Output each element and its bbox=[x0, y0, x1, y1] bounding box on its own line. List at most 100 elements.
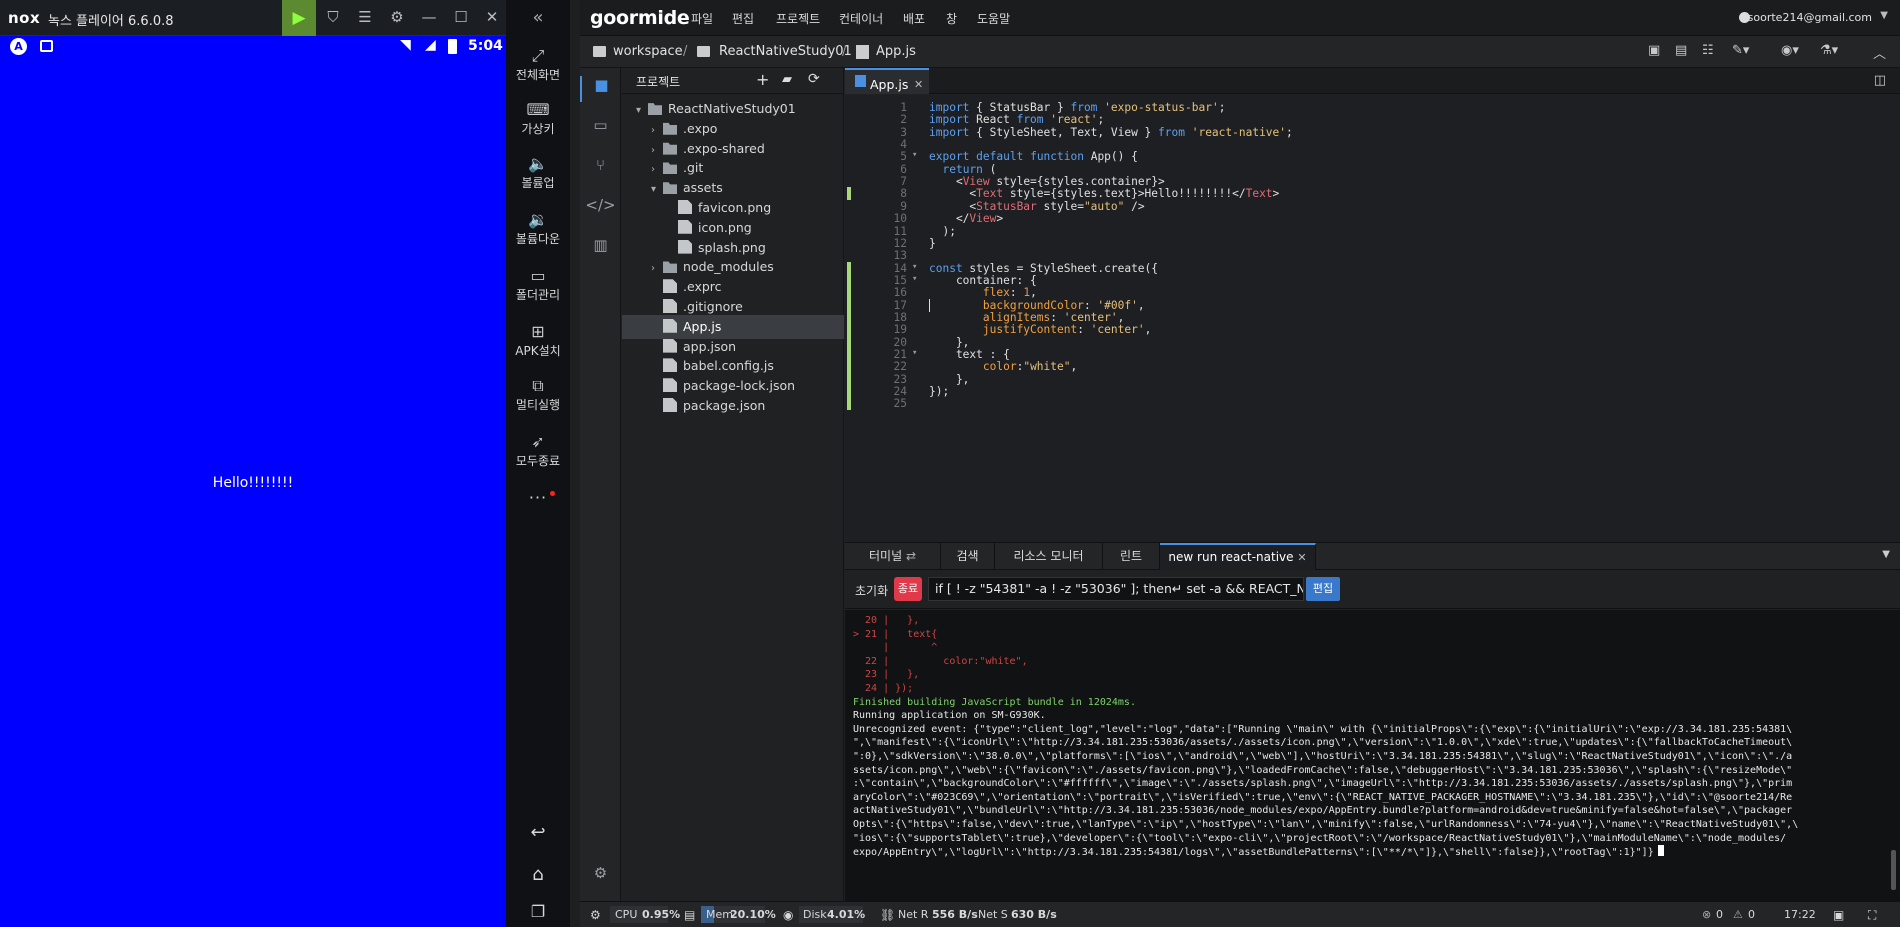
code-line[interactable]: alignItems: 'center', bbox=[929, 311, 1124, 324]
code-line[interactable]: }, bbox=[929, 373, 969, 386]
code-line[interactable]: import { StatusBar } from 'expo-status-b… bbox=[929, 101, 1225, 114]
container-icon[interactable]: ▥ bbox=[580, 236, 621, 254]
fold-toggle-icon[interactable]: ▾ bbox=[912, 274, 917, 284]
menu-edit[interactable]: 편집 bbox=[732, 10, 754, 27]
stop-button[interactable]: 종료 bbox=[894, 577, 922, 601]
tab-resource-monitor[interactable]: 리소스 모니터 bbox=[995, 543, 1103, 570]
format-icon[interactable]: ☷ bbox=[1702, 43, 1714, 58]
collapse-sidebar-icon[interactable]: « bbox=[506, 0, 570, 36]
layout-icon[interactable]: ▣ bbox=[1833, 908, 1844, 922]
error-icon[interactable]: ⊗ bbox=[1702, 908, 1711, 921]
tab-terminal[interactable]: 터미널 ⇄ bbox=[845, 543, 941, 570]
code-line[interactable]: </View> bbox=[929, 212, 1003, 225]
menu-deploy[interactable]: 배포 bbox=[903, 10, 925, 27]
tool-virtual-key[interactable]: ⌨ 가상키 bbox=[506, 100, 570, 137]
maximize-icon[interactable]: ☐ bbox=[452, 8, 470, 26]
tab-app-js[interactable]: App.js ✕ bbox=[845, 68, 929, 94]
code-line[interactable]: justifyContent: 'center', bbox=[929, 323, 1151, 336]
refresh-icon[interactable]: ⟳ bbox=[808, 71, 820, 87]
user-email[interactable]: soorte214@gmail.com bbox=[1748, 11, 1872, 24]
tool-fullscreen[interactable]: ⤢ 전체화면 bbox=[506, 46, 570, 83]
chevron-down-icon[interactable]: ▼ bbox=[1880, 10, 1888, 21]
breadcrumb-workspace[interactable]: workspace bbox=[613, 44, 683, 59]
code-line[interactable]: text : { bbox=[929, 348, 1010, 361]
menu-file[interactable]: 파일 bbox=[691, 10, 713, 27]
notification-icon bbox=[40, 40, 53, 52]
close-tab-icon[interactable]: ✕ bbox=[1297, 551, 1306, 564]
minimize-icon[interactable]: — bbox=[420, 8, 438, 26]
settings-gear-icon[interactable]: ⚙ bbox=[580, 864, 621, 882]
settings-gear-icon[interactable]: ⚙ bbox=[388, 8, 406, 26]
reset-button[interactable]: 초기화 bbox=[855, 582, 888, 599]
code-line[interactable]: const styles = StyleSheet.create({ bbox=[929, 262, 1158, 275]
android-screen[interactable]: A ◥ ◢ 5:04 Hello!!!!!!!! bbox=[0, 36, 506, 927]
more-button[interactable]: ··· bbox=[506, 488, 570, 507]
tab-lint[interactable]: 린트 bbox=[1103, 543, 1160, 570]
menu-help[interactable]: 도움말 bbox=[977, 10, 1010, 27]
tab-new-run[interactable]: new run react-native ✕ bbox=[1160, 543, 1316, 570]
new-file-icon[interactable]: + bbox=[756, 70, 769, 89]
warning-icon[interactable]: ⚠ bbox=[1733, 908, 1743, 921]
code-line[interactable]: return ( bbox=[929, 163, 996, 176]
terminal-line: > 21 | text{ bbox=[853, 628, 938, 640]
menu-window[interactable]: 창 bbox=[946, 10, 957, 27]
code-line[interactable]: export default function App() { bbox=[929, 150, 1138, 163]
test-flask-icon[interactable]: ⚗▾ bbox=[1820, 43, 1838, 58]
menu-project[interactable]: 프로젝트 bbox=[776, 10, 820, 27]
close-icon[interactable]: ✕ bbox=[483, 8, 501, 26]
fold-toggle-icon[interactable]: ▾ bbox=[912, 348, 917, 358]
code-line[interactable]: ); bbox=[929, 225, 955, 238]
terminal-scrollbar[interactable] bbox=[1891, 850, 1896, 890]
code-line[interactable]: }); bbox=[929, 385, 949, 398]
save-all-icon[interactable]: ▤ bbox=[1675, 43, 1687, 58]
new-folder-icon[interactable]: ▰ bbox=[782, 72, 792, 87]
terminal-output[interactable]: 20 | }, > 21 | text{ | ^ 22 | color:"whit… bbox=[845, 610, 1900, 901]
project-briefcase-icon[interactable]: ■ bbox=[580, 76, 621, 102]
tool-multi-instance[interactable]: ⧉ 멀티실행 bbox=[506, 376, 570, 413]
code-line[interactable]: } bbox=[929, 237, 936, 250]
code-line[interactable]: backgroundColor: '#00f', bbox=[929, 299, 1145, 312]
code-line[interactable]: <StatusBar style="auto" /> bbox=[929, 200, 1144, 213]
home-icon[interactable]: ⌂ bbox=[506, 864, 570, 885]
gear-icon[interactable]: ⚙ bbox=[590, 908, 601, 922]
save-icon[interactable]: ▣ bbox=[1648, 43, 1660, 58]
tool-close-all[interactable]: ➶ 모두종료 bbox=[506, 432, 570, 469]
tool-apk-install[interactable]: ⊞ APK설치 bbox=[506, 322, 570, 359]
split-editor-icon[interactable]: ◫ bbox=[1874, 73, 1886, 88]
code-icon[interactable]: </> bbox=[580, 196, 621, 214]
menu-container[interactable]: 컨테이너 bbox=[839, 10, 883, 27]
recent-apps-icon[interactable]: ❐ bbox=[506, 902, 570, 921]
breadcrumb-project[interactable]: ReactNativeStudy01 bbox=[719, 44, 852, 59]
code-editor[interactable]: 1 import { StatusBar } from 'expo-status-… bbox=[845, 95, 1900, 542]
git-branch-icon[interactable]: ⑂ bbox=[580, 156, 621, 174]
back-icon[interactable]: ↩ bbox=[506, 822, 570, 843]
code-line[interactable]: flex: 1, bbox=[929, 286, 1037, 299]
edit-command-button[interactable]: 편집 bbox=[1306, 577, 1340, 601]
code-line[interactable]: <View style={styles.container}> bbox=[929, 175, 1165, 188]
breadcrumb-file[interactable]: App.js bbox=[876, 44, 916, 59]
build-tools-icon[interactable]: ✎▾ bbox=[1732, 43, 1749, 58]
tab-search[interactable]: 검색 bbox=[941, 543, 995, 570]
chevron-down-icon[interactable]: ▼ bbox=[1882, 549, 1890, 560]
code-line[interactable]: color:"white", bbox=[929, 360, 1077, 373]
code-line[interactable]: }, bbox=[929, 336, 969, 349]
play-icon[interactable]: ▶ bbox=[282, 0, 316, 36]
code-line[interactable]: import React from 'react'; bbox=[929, 113, 1104, 126]
run-command-input[interactable]: if [ ! -z "54381" -a ! -z "53036" ]; the… bbox=[928, 577, 1304, 601]
close-tab-icon[interactable]: ✕ bbox=[914, 73, 923, 96]
tree-file[interactable]: package.json bbox=[622, 394, 844, 418]
code-line[interactable]: container: { bbox=[929, 274, 1037, 287]
outline-icon[interactable]: ▭ bbox=[580, 116, 621, 134]
code-line[interactable]: import { StyleSheet, Text, View } from '… bbox=[929, 126, 1293, 139]
tool-volume-down[interactable]: 🔉 볼륨다운 bbox=[506, 210, 570, 247]
fold-toggle-icon[interactable]: ▾ bbox=[912, 262, 917, 272]
fullscreen-icon[interactable]: ⛶ bbox=[1868, 908, 1876, 923]
tool-folder-manage[interactable]: ▭ 폴더관리 bbox=[506, 266, 570, 303]
menu-icon[interactable]: ☰ bbox=[356, 8, 374, 26]
collapse-up-icon[interactable]: ︿ bbox=[1873, 43, 1886, 62]
run-icon[interactable]: ◉▾ bbox=[1781, 43, 1799, 58]
code-line[interactable]: <Text style={styles.text}>Hello!!!!!!!!<… bbox=[929, 187, 1279, 200]
shirt-icon[interactable]: ⛉ bbox=[324, 8, 342, 26]
tool-volume-up[interactable]: 🔈 볼륨업 bbox=[506, 154, 570, 191]
fold-toggle-icon[interactable]: ▾ bbox=[912, 150, 917, 160]
